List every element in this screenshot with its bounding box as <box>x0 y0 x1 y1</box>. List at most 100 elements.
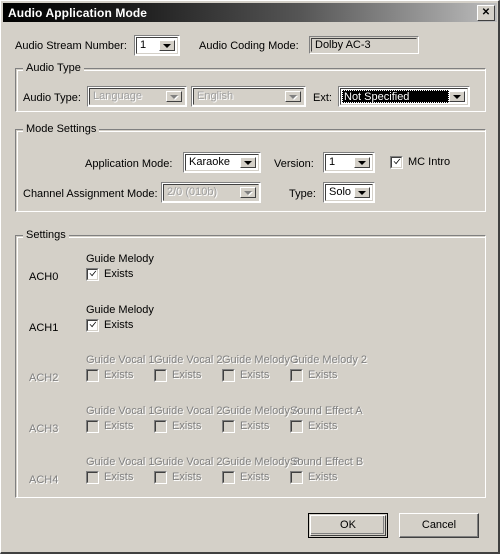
exists-label: Exists <box>240 420 270 432</box>
mc-intro-checkbox[interactable]: MC Intro <box>390 156 450 169</box>
title-bar[interactable]: Audio Application Mode ✕ <box>3 3 497 22</box>
audio-coding-mode-value: Dolby AC-3 <box>315 38 371 51</box>
exists-checkbox-ach4-3[interactable]: Exists <box>290 471 337 484</box>
checkbox-box <box>290 471 303 484</box>
checkbox-box <box>86 369 99 382</box>
channel-assignment-mode-combo[interactable]: 2/0 (010b) <box>161 182 261 203</box>
exists-checkbox-ach2-0[interactable]: Exists <box>86 369 133 382</box>
exists-checkbox-ach2-1[interactable]: Exists <box>154 369 201 382</box>
exists-checkbox-ach2-3[interactable]: Exists <box>290 369 337 382</box>
exists-label: Exists <box>308 471 338 483</box>
exists-checkbox-ach4-1[interactable]: Exists <box>154 471 201 484</box>
check-icon <box>89 270 97 277</box>
exists-checkbox-ach4-2[interactable]: Exists <box>222 471 269 484</box>
audio-application-mode-dialog: Audio Application Mode ✕ Audio Stream Nu… <box>0 0 500 554</box>
chevron-down-icon[interactable] <box>285 91 301 102</box>
caption-ach3-0: Guide Vocal 1 <box>86 405 155 417</box>
channel-assignment-mode-value: 2/0 (010b) <box>167 186 218 198</box>
chevron-down-icon[interactable] <box>240 187 256 198</box>
exists-label: Exists <box>172 369 202 381</box>
caption-ach4-2: Guide Melody B <box>222 456 301 468</box>
audio-stream-number-combo[interactable]: 1 <box>134 35 180 56</box>
chevron-down-icon[interactable] <box>240 157 256 168</box>
exists-checkbox-ach2-2[interactable]: Exists <box>222 369 269 382</box>
checkbox-box <box>290 420 303 433</box>
version-value: 1 <box>329 156 336 168</box>
audio-language-value: English <box>197 90 234 102</box>
exists-checkbox-ach1-0[interactable]: Exists <box>86 319 133 332</box>
chevron-down-icon[interactable] <box>166 91 182 102</box>
caption-ach2-0: Guide Vocal 1 <box>86 354 155 366</box>
close-icon[interactable]: ✕ <box>477 5 495 21</box>
chevron-down-icon[interactable] <box>159 40 175 51</box>
checkbox-box <box>86 420 99 433</box>
checkbox-box <box>390 156 403 169</box>
type-combo[interactable]: Solo <box>323 182 375 203</box>
audio-coding-mode-label: Audio Coding Mode: <box>199 40 299 52</box>
audio-type-combo[interactable]: Language <box>87 86 187 107</box>
caption-ach4-0: Guide Vocal 1 <box>86 456 155 468</box>
chevron-down-icon[interactable] <box>449 91 465 102</box>
checkbox-box <box>222 369 235 382</box>
mc-intro-label: MC Intro <box>408 156 451 168</box>
ext-combo[interactable]: Not Specified <box>338 86 470 107</box>
caption-ach4-3: Sound Effect B <box>290 456 364 468</box>
checkbox-box <box>154 369 167 382</box>
caption-ach3-3: Sound Effect A <box>290 405 363 417</box>
application-mode-combo[interactable]: Karaoke <box>183 152 261 173</box>
version-combo[interactable]: 1 <box>323 152 375 173</box>
caption-ach3-1: Guide Vocal 2 <box>154 405 223 417</box>
exists-checkbox-ach3-0[interactable]: Exists <box>86 420 133 433</box>
exists-label: Exists <box>172 471 202 483</box>
audio-type-value: Language <box>93 90 142 102</box>
window-title: Audio Application Mode <box>8 5 148 20</box>
channel-assignment-mode-label: Channel Assignment Mode: <box>23 188 158 200</box>
caption-ach0-0: Guide Melody <box>86 253 154 265</box>
audio-stream-number-label: Audio Stream Number: <box>15 40 127 52</box>
chevron-down-icon[interactable] <box>354 187 370 198</box>
exists-label: Exists <box>308 420 338 432</box>
cancel-button[interactable]: Cancel <box>399 513 479 538</box>
ok-button[interactable]: OK <box>308 513 388 538</box>
ext-value: Not Specified <box>342 90 449 103</box>
type-value: Solo <box>329 186 352 198</box>
checkbox-box <box>154 471 167 484</box>
exists-label: Exists <box>104 420 134 432</box>
check-icon <box>393 158 401 165</box>
exists-checkbox-ach3-1[interactable]: Exists <box>154 420 201 433</box>
exists-label: Exists <box>172 420 202 432</box>
checkbox-box <box>86 268 99 281</box>
ext-label: Ext: <box>313 92 332 104</box>
exists-label: Exists <box>104 369 134 381</box>
checkbox-box <box>86 319 99 332</box>
chevron-down-icon[interactable] <box>354 157 370 168</box>
audio-coding-mode-field: Dolby AC-3 <box>309 36 419 54</box>
check-icon <box>89 321 97 328</box>
caption-ach4-1: Guide Vocal 2 <box>154 456 223 468</box>
checkbox-box <box>154 420 167 433</box>
checkbox-box <box>222 471 235 484</box>
application-mode-label: Application Mode: <box>85 158 173 170</box>
caption-ach2-3: Guide Melody 2 <box>290 354 368 366</box>
cancel-button-label: Cancel <box>421 519 457 531</box>
channel-label-ach1: ACH1 <box>29 322 59 334</box>
audio-stream-number-value: 1 <box>140 39 147 51</box>
exists-checkbox-ach4-0[interactable]: Exists <box>86 471 133 484</box>
exists-label: Exists <box>240 471 270 483</box>
version-label: Version: <box>274 158 314 170</box>
caption-ach3-2: Guide Melody A <box>222 405 300 417</box>
channel-label-ach3: ACH3 <box>29 423 59 435</box>
caption-ach1-0: Guide Melody <box>86 304 154 316</box>
exists-label: Exists <box>308 369 338 381</box>
mode-settings-group-title: Mode Settings <box>23 123 100 135</box>
settings-group-title: Settings <box>23 229 69 241</box>
exists-checkbox-ach3-3[interactable]: Exists <box>290 420 337 433</box>
exists-checkbox-ach3-2[interactable]: Exists <box>222 420 269 433</box>
exists-label: Exists <box>104 268 134 280</box>
caption-ach2-2: Guide Melody 1 <box>222 354 300 366</box>
checkbox-box <box>222 420 235 433</box>
audio-language-combo[interactable]: English <box>191 86 306 107</box>
exists-checkbox-ach0-0[interactable]: Exists <box>86 268 133 281</box>
channel-label-ach4: ACH4 <box>29 474 59 486</box>
channel-label-ach2: ACH2 <box>29 372 59 384</box>
